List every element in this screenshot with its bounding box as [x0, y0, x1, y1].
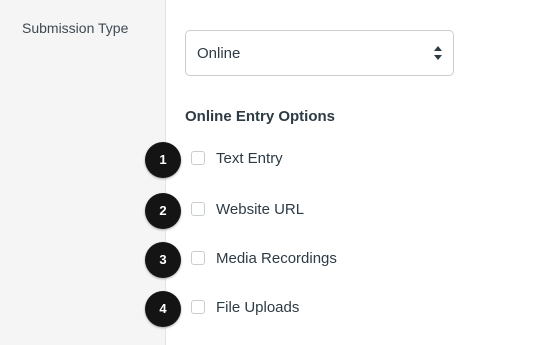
step-marker-number: 2	[159, 203, 167, 218]
submission-type-value: Online	[197, 45, 241, 62]
submission-type-label: Submission Type	[22, 20, 129, 36]
submission-type-select[interactable]: Online	[185, 30, 454, 76]
option-media-recordings: 3 Media Recordings	[145, 242, 466, 278]
step-marker-1: 1	[145, 142, 181, 178]
step-marker-number: 3	[159, 252, 167, 267]
option-website-url: 2 Website URL	[145, 193, 466, 229]
file-uploads-checkbox[interactable]	[191, 300, 205, 314]
step-marker-number: 1	[159, 152, 167, 167]
text-entry-label[interactable]: Text Entry	[216, 150, 283, 167]
step-marker-2: 2	[145, 193, 181, 229]
file-uploads-label[interactable]: File Uploads	[216, 299, 299, 316]
website-url-checkbox[interactable]	[191, 202, 205, 216]
step-marker-3: 3	[145, 242, 181, 278]
select-arrows-icon	[434, 46, 442, 60]
submission-settings: Submission Type Online Online Entry Opti…	[0, 0, 556, 345]
text-entry-checkbox[interactable]	[191, 151, 205, 165]
media-recordings-label[interactable]: Media Recordings	[216, 250, 337, 267]
label-column: Submission Type	[0, 0, 166, 345]
content-column: Online Online Entry Options 1 Text Entry…	[145, 0, 556, 345]
option-file-uploads: 4 File Uploads	[145, 291, 466, 327]
website-url-label[interactable]: Website URL	[216, 201, 304, 218]
step-marker-number: 4	[159, 301, 167, 316]
online-entry-options-heading: Online Entry Options	[185, 108, 336, 125]
option-text-entry: 1 Text Entry	[145, 142, 466, 178]
media-recordings-checkbox[interactable]	[191, 251, 205, 265]
step-marker-4: 4	[145, 291, 181, 327]
